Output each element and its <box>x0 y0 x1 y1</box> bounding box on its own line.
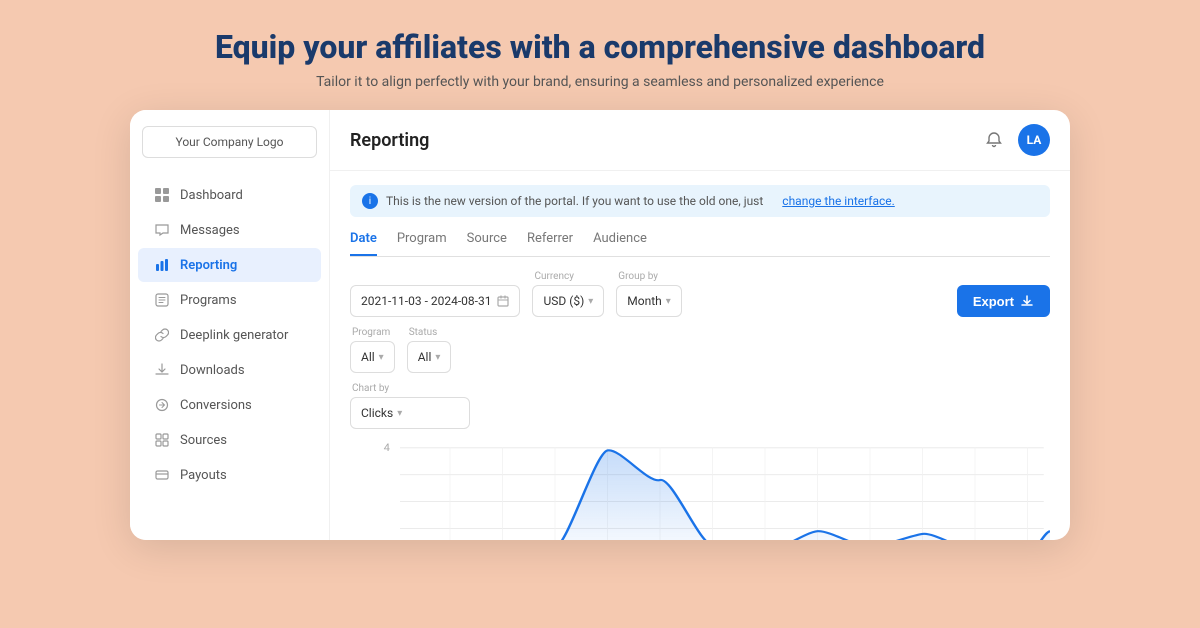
grid-icon <box>154 187 170 203</box>
sidebar-item-payouts[interactable]: Payouts <box>138 458 321 492</box>
sidebar-item-dashboard[interactable]: Dashboard <box>138 178 321 212</box>
sidebar-label-programs: Programs <box>180 293 237 308</box>
sidebar-label-dashboard: Dashboard <box>180 188 243 203</box>
payouts-icon <box>154 467 170 483</box>
sidebar-label-deeplink: Deeplink generator <box>180 328 288 343</box>
chart-by-select[interactable]: Clicks ▾ <box>350 397 470 429</box>
date-range-group: 2021-11-03 - 2024-08-31 <box>350 285 520 317</box>
tab-referrer[interactable]: Referrer <box>527 231 573 256</box>
page-title: Reporting <box>350 130 429 151</box>
currency-group: Currency USD ($) ▾ <box>532 271 604 317</box>
chevron-down-icon-5: ▾ <box>397 408 402 419</box>
info-banner-text: This is the new version of the portal. I… <box>386 194 763 208</box>
sidebar-item-sources[interactable]: Sources <box>138 423 321 457</box>
filters-row-3: Chart by Clicks ▾ <box>350 383 1050 429</box>
group-by-select[interactable]: Month ▾ <box>616 285 682 317</box>
date-range-input[interactable]: 2021-11-03 - 2024-08-31 <box>350 285 520 317</box>
content-area: i This is the new version of the portal.… <box>330 171 1070 540</box>
sidebar-label-sources: Sources <box>180 433 227 448</box>
tab-program[interactable]: Program <box>397 231 447 256</box>
svg-text:4: 4 <box>384 442 390 454</box>
group-by-label: Group by <box>618 271 682 282</box>
sidebar-item-reporting[interactable]: Reporting <box>138 248 321 282</box>
chart-by-group: Chart by Clicks ▾ <box>350 383 470 429</box>
program-select[interactable]: All ▾ <box>350 341 395 373</box>
hero-subtitle: Tailor it to align perfectly with your b… <box>316 74 884 90</box>
download-icon <box>154 362 170 378</box>
main-content: Reporting LA i This is the new version o… <box>330 110 1070 540</box>
currency-label: Currency <box>534 271 604 282</box>
programs-icon <box>154 292 170 308</box>
date-range-value: 2021-11-03 - 2024-08-31 <box>361 294 491 308</box>
status-value: All <box>418 350 432 364</box>
currency-value: USD ($) <box>543 294 584 308</box>
topbar-icons: LA <box>982 124 1050 156</box>
chart-by-value: Clicks <box>361 406 393 420</box>
status-label: Status <box>409 327 452 338</box>
chart-by-label: Chart by <box>352 383 470 394</box>
filters-row-2: Program All ▾ Status All ▾ <box>350 327 1050 373</box>
sidebar-item-programs[interactable]: Programs <box>138 283 321 317</box>
sources-icon <box>154 432 170 448</box>
change-interface-link[interactable]: change the interface. <box>782 194 895 208</box>
sidebar-label-conversions: Conversions <box>180 398 252 413</box>
chevron-down-icon: ▾ <box>588 296 593 307</box>
sidebar-label-reporting: Reporting <box>180 258 237 273</box>
program-group: Program All ▾ <box>350 327 395 373</box>
chart-svg: 4 0 <box>350 437 1050 540</box>
reporting-icon <box>154 257 170 273</box>
sidebar-label-payouts: Payouts <box>180 468 227 483</box>
sidebar-label-downloads: Downloads <box>180 363 245 378</box>
export-button[interactable]: Export <box>957 285 1050 317</box>
app-window: Your Company Logo Dashboard Messages Rep… <box>130 110 1070 540</box>
sidebar-item-downloads[interactable]: Downloads <box>138 353 321 387</box>
export-label: Export <box>973 294 1014 309</box>
info-banner: i This is the new version of the portal.… <box>350 185 1050 217</box>
sidebar: Your Company Logo Dashboard Messages Rep… <box>130 110 330 540</box>
program-label: Program <box>352 327 395 338</box>
message-icon <box>154 222 170 238</box>
sidebar-item-deeplink[interactable]: Deeplink generator <box>138 318 321 352</box>
bell-icon[interactable] <box>982 128 1006 152</box>
status-select[interactable]: All ▾ <box>407 341 452 373</box>
hero-title: Equip your affiliates with a comprehensi… <box>215 28 985 66</box>
sidebar-item-messages[interactable]: Messages <box>138 213 321 247</box>
tab-audience[interactable]: Audience <box>593 231 647 256</box>
filters-row-1: 2021-11-03 - 2024-08-31 Currency USD ($)… <box>350 271 1050 317</box>
sidebar-label-messages: Messages <box>180 223 240 238</box>
tabs: Date Program Source Referrer Audience <box>350 231 1050 257</box>
info-icon: i <box>362 193 378 209</box>
chart-area: 4 0 <box>350 437 1050 540</box>
avatar: LA <box>1018 124 1050 156</box>
sidebar-item-conversions[interactable]: Conversions <box>138 388 321 422</box>
chevron-down-icon-3: ▾ <box>379 352 384 363</box>
company-logo: Your Company Logo <box>142 126 317 158</box>
program-value: All <box>361 350 375 364</box>
group-by-group: Group by Month ▾ <box>616 271 682 317</box>
status-group: Status All ▾ <box>407 327 452 373</box>
tab-source[interactable]: Source <box>467 231 507 256</box>
currency-select[interactable]: USD ($) ▾ <box>532 285 604 317</box>
topbar: Reporting LA <box>330 110 1070 171</box>
link-icon <box>154 327 170 343</box>
tab-date[interactable]: Date <box>350 231 377 256</box>
chevron-down-icon-4: ▾ <box>435 352 440 363</box>
group-by-value: Month <box>627 294 661 308</box>
chevron-down-icon-2: ▾ <box>666 296 671 307</box>
conversions-icon <box>154 397 170 413</box>
